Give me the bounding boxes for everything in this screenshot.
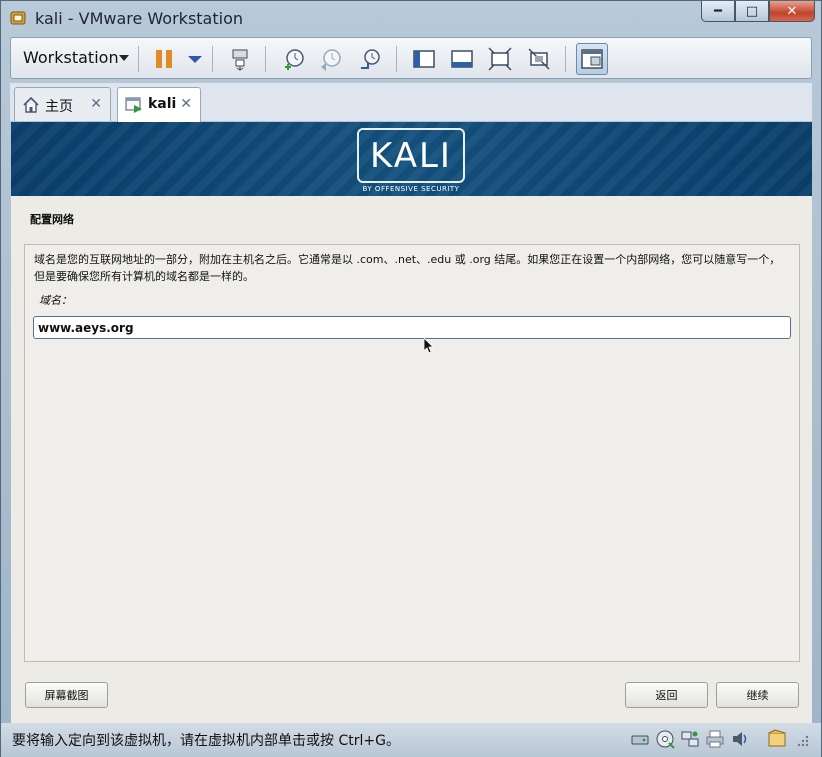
- logo-text: KALI: [370, 136, 452, 176]
- sound-card-icon[interactable]: [730, 729, 750, 749]
- pause-icon[interactable]: [153, 47, 177, 71]
- close-button[interactable]: ✕: [769, 1, 815, 22]
- workstation-menu[interactable]: Workstation: [23, 48, 119, 67]
- title-bar[interactable]: kali - VMware Workstation ━ □ ✕: [1, 1, 821, 35]
- maximize-button[interactable]: □: [735, 1, 769, 22]
- close-tab-icon[interactable]: ✕: [90, 96, 102, 112]
- vmware-window: kali - VMware Workstation ━ □ ✕ Workstat…: [0, 0, 822, 757]
- hard-disk-icon[interactable]: [630, 729, 650, 749]
- window-title: kali - VMware Workstation: [35, 9, 243, 28]
- description-text: 域名是您的互联网地址的一部分，附加在主机名之后。它通常是以 .com、.net、…: [34, 253, 781, 283]
- power-dropdown-icon[interactable]: [183, 47, 207, 71]
- revert-snapshot-icon[interactable]: [319, 47, 343, 71]
- continue-button[interactable]: 继续: [716, 682, 799, 708]
- toolbar-divider: [265, 46, 266, 72]
- back-button[interactable]: 返回: [625, 682, 708, 708]
- console-view-icon: [581, 49, 603, 69]
- domain-input[interactable]: [33, 316, 791, 339]
- tab-kali[interactable]: kali ✕: [117, 87, 201, 122]
- chevron-down-icon[interactable]: [119, 55, 129, 61]
- toolbar-divider: [212, 46, 213, 72]
- vm-console[interactable]: KALI BY OFFENSIVE SECURITY 配置网络 域名是您的互联网…: [11, 122, 812, 723]
- screenshot-button[interactable]: 屏幕截图: [25, 682, 108, 708]
- tab-label: 主页: [45, 99, 73, 115]
- kali-logo: KALI: [357, 128, 465, 183]
- message-log-icon[interactable]: [767, 729, 787, 749]
- close-tab-icon[interactable]: ✕: [180, 96, 192, 112]
- installer-panel: 域名是您的互联网地址的一部分，附加在主机名之后。它通常是以 .com、.net、…: [24, 244, 800, 662]
- home-icon: [23, 96, 39, 113]
- vmware-app-icon: [10, 11, 26, 25]
- full-screen-icon[interactable]: [488, 47, 512, 71]
- resize-grip-icon[interactable]: [795, 729, 811, 749]
- caption-buttons: ━ □ ✕: [701, 1, 815, 23]
- toolbar-divider: [396, 46, 397, 72]
- thumbnail-bar-icon[interactable]: [450, 47, 474, 71]
- send-ctrl-alt-del-icon[interactable]: [228, 47, 252, 71]
- status-bar: 要将输入定向到该虚拟机，请在虚拟机内部单击或按 Ctrl+G。: [1, 723, 821, 757]
- kali-banner: KALI BY OFFENSIVE SECURITY: [11, 122, 812, 196]
- console-view-button[interactable]: [576, 43, 608, 75]
- toolbar-divider: [565, 46, 566, 72]
- printer-icon[interactable]: [705, 729, 725, 749]
- snapshot-manager-icon[interactable]: [358, 47, 382, 71]
- network-adapter-icon[interactable]: [680, 729, 700, 749]
- vm-running-icon: [125, 97, 142, 113]
- domain-field-label: 域名：: [39, 294, 72, 307]
- snapshot-icon[interactable]: [282, 47, 306, 71]
- tab-bar: 主页 ✕ kali ✕: [10, 83, 812, 122]
- tab-home[interactable]: 主页 ✕: [14, 87, 111, 121]
- status-message: 要将输入定向到该虚拟机，请在虚拟机内部单击或按 Ctrl+G。: [12, 733, 400, 749]
- show-library-icon[interactable]: [412, 47, 436, 71]
- logo-subtitle: BY OFFENSIVE SECURITY: [362, 185, 460, 193]
- cd-dvd-icon[interactable]: [655, 729, 675, 749]
- mouse-cursor-icon: [424, 338, 434, 354]
- minimize-button[interactable]: ━: [701, 1, 735, 22]
- main-toolbar: Workstation: [10, 37, 812, 79]
- unity-mode-icon[interactable]: [527, 47, 551, 71]
- tab-label: kali: [148, 96, 177, 112]
- page-title: 配置网络: [30, 213, 74, 226]
- toolbar-divider: [138, 46, 139, 72]
